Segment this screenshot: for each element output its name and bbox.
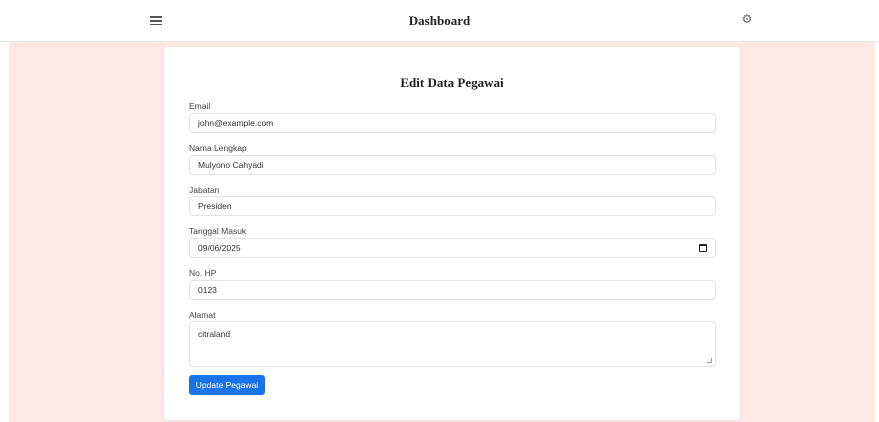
position-field[interactable]: Presiden xyxy=(189,196,716,216)
form-title: Edit Data Pegawai xyxy=(400,75,504,90)
full-name-label: Nama Lengkap xyxy=(189,143,247,153)
edit-form-card: Edit Data Pegawai Email john@example.com… xyxy=(164,47,740,420)
address-textarea[interactable]: citraland xyxy=(189,321,716,367)
top-navbar: Dashboard ⚙ xyxy=(0,0,879,42)
gear-icon[interactable]: ⚙ xyxy=(740,12,754,26)
start-date-field[interactable]: 09/06/2025 xyxy=(189,238,716,258)
position-label: Jabatan xyxy=(189,185,220,195)
phone-field[interactable]: 0123 xyxy=(189,280,716,300)
update-employee-button[interactable]: Update Pegawai xyxy=(189,375,265,395)
address-value: citraland xyxy=(198,329,231,339)
calendar-icon[interactable] xyxy=(699,244,707,252)
start-date-label: Tanggal Masuk xyxy=(189,226,247,236)
resize-handle-icon[interactable] xyxy=(707,358,712,363)
email-field[interactable]: john@example.com xyxy=(189,113,716,133)
email-label: Email xyxy=(189,101,211,111)
phone-label: No. HP xyxy=(189,268,217,278)
start-date-value: 09/06/2025 xyxy=(198,243,241,253)
address-label: Alamat xyxy=(189,310,216,320)
full-name-field[interactable]: Mulyono Cahyadi xyxy=(189,155,716,175)
